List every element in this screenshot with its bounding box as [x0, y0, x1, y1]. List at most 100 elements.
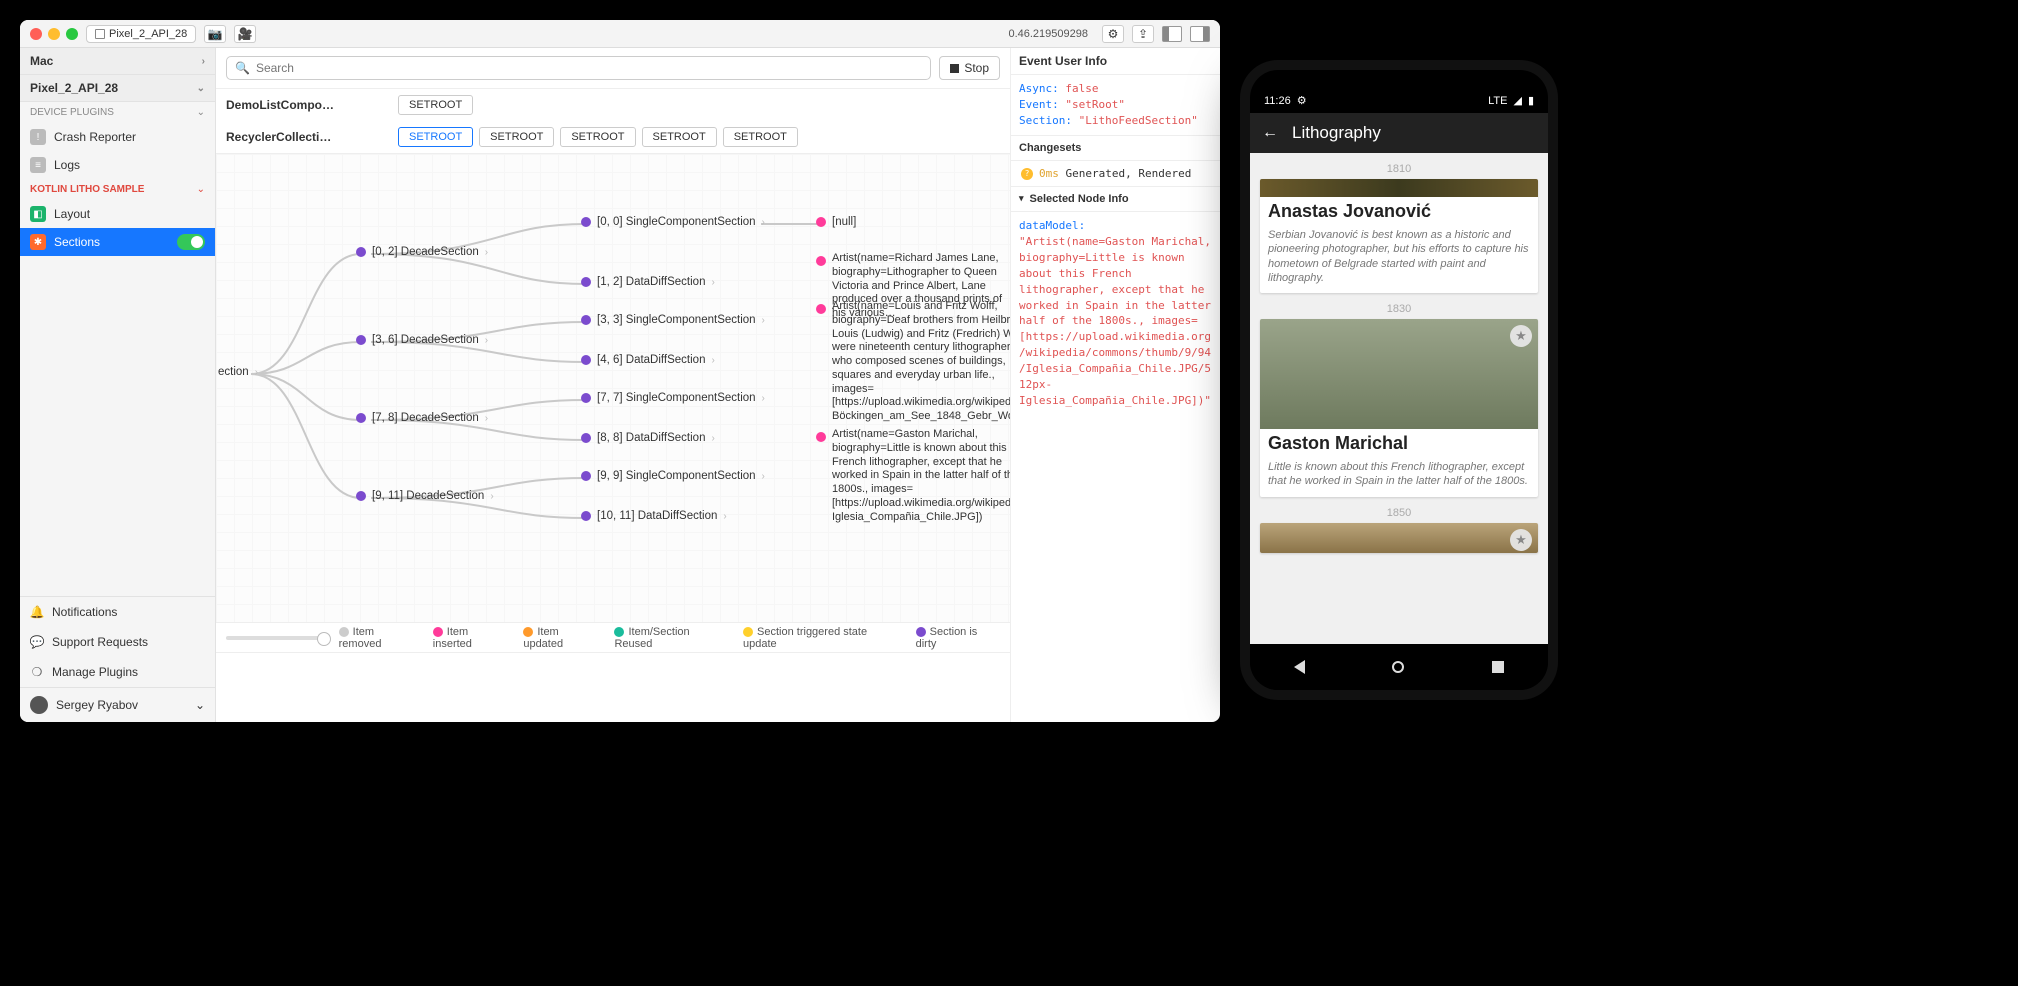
- phone-notch: [1250, 70, 1548, 92]
- inserted-dot-icon: [816, 256, 826, 266]
- graph-node-root[interactable]: ection›: [218, 366, 258, 378]
- sidebar-support[interactable]: 💬 Support Requests: [20, 627, 215, 657]
- sidebar-item-sections[interactable]: ✱ Sections: [20, 228, 215, 256]
- setroot-chip[interactable]: SETROOT: [723, 127, 798, 147]
- graph-node[interactable]: [1, 2] DataDiffSection›: [581, 276, 715, 288]
- sidebar-device-label: Pixel_2_API_28: [30, 81, 118, 95]
- graph-node[interactable]: [8, 8] DataDiffSection›: [581, 432, 715, 444]
- stop-button[interactable]: Stop: [939, 56, 1000, 80]
- card-image: ★: [1260, 523, 1538, 553]
- sidebar-mac[interactable]: Mac ›: [20, 48, 215, 75]
- lane-name: RecyclerCollecti…: [226, 130, 386, 144]
- traffic-lights: [30, 28, 78, 40]
- screenshot-button[interactable]: 📷: [204, 25, 226, 43]
- sidebar-device[interactable]: Pixel_2_API_28 ⌄: [20, 75, 215, 102]
- sidebar-item-crash-reporter[interactable]: ! Crash Reporter: [20, 123, 215, 151]
- nav-home-icon[interactable]: [1392, 661, 1404, 673]
- legend-item: Section triggered state update: [743, 626, 902, 650]
- plugin-icon: ❍: [30, 665, 44, 679]
- star-icon[interactable]: ★: [1510, 529, 1532, 551]
- close-icon[interactable]: [30, 28, 42, 40]
- chevron-right-icon: ›: [762, 217, 765, 228]
- graph-leaf[interactable]: [816, 432, 826, 442]
- zoom-icon[interactable]: [66, 28, 78, 40]
- nav-back-icon[interactable]: [1294, 660, 1305, 674]
- event-user-info-body: Async: false Event: "setRoot" Section: "…: [1011, 75, 1220, 135]
- graph-leaf-null[interactable]: [null]: [816, 216, 856, 228]
- layout-left-button[interactable]: [1162, 26, 1182, 42]
- graph-canvas[interactable]: ection› [0, 2] DecadeSection› [3, 6] Dec…: [216, 154, 1010, 622]
- chevron-right-icon: ›: [202, 56, 205, 67]
- sidebar-item-label: Crash Reporter: [54, 130, 136, 144]
- center-pane: 🔍 Stop DemoListCompo… SETROOT RecyclerCo…: [216, 48, 1010, 722]
- nav-recents-icon[interactable]: [1492, 661, 1504, 673]
- device-plugins-header[interactable]: DEVICE PLUGINS ⌄: [20, 102, 215, 123]
- device-tab[interactable]: Pixel_2_API_28: [86, 25, 196, 43]
- graph-node[interactable]: [4, 6] DataDiffSection›: [581, 354, 715, 366]
- kotlin-sample-header[interactable]: KOTLIN LITHO SAMPLE ⌄: [20, 179, 215, 200]
- layout-right-button[interactable]: [1190, 26, 1210, 42]
- bell-icon: 🔔: [30, 605, 44, 619]
- setroot-chip[interactable]: SETROOT: [479, 127, 554, 147]
- zoom-slider[interactable]: [226, 636, 325, 640]
- feed-card[interactable]: ★: [1260, 523, 1538, 553]
- share-icon: ⇪: [1138, 27, 1148, 41]
- card-image: ★: [1260, 319, 1538, 429]
- feed-card[interactable]: ★ Gaston Marichal Little is known about …: [1260, 319, 1538, 497]
- sidebar-item-label: Notifications: [52, 605, 117, 619]
- graph-node[interactable]: [3, 3] SingleComponentSection›: [581, 314, 765, 326]
- graph-node[interactable]: [7, 8] DecadeSection›: [356, 412, 488, 424]
- chevron-right-icon: ›: [762, 471, 765, 482]
- minimize-icon[interactable]: [48, 28, 60, 40]
- sidebar-mac-label: Mac: [30, 54, 53, 68]
- changeset-row[interactable]: ? 0ms Generated, Rendered: [1011, 161, 1220, 186]
- graph-leaf[interactable]: [816, 256, 826, 266]
- sidebar-item-label: Sections: [54, 235, 100, 249]
- selected-node-header[interactable]: ▾ Selected Node Info: [1011, 186, 1220, 212]
- graph-leaf[interactable]: [816, 304, 826, 314]
- setroot-chip[interactable]: SETROOT: [642, 127, 717, 147]
- dirty-dot-icon: [581, 511, 591, 521]
- star-icon[interactable]: ★: [1510, 325, 1532, 347]
- chevron-right-icon: ›: [490, 491, 493, 502]
- feed-card[interactable]: Anastas Jovanović Serbian Jovanović is b…: [1260, 179, 1538, 293]
- chevron-right-icon: ›: [485, 247, 488, 258]
- flipper-window: Pixel_2_API_28 📷 🎥 0.46.219509298 ⚙ ⇪ Ma…: [20, 20, 1220, 722]
- chevron-right-icon: ›: [255, 367, 258, 378]
- sections-toggle[interactable]: [177, 234, 205, 250]
- graph-node[interactable]: [9, 11] DecadeSection›: [356, 490, 494, 502]
- inserted-dot-icon: [816, 432, 826, 442]
- year-divider: 1830: [1260, 303, 1538, 315]
- share-button[interactable]: ⇪: [1132, 25, 1154, 43]
- back-icon[interactable]: ←: [1262, 124, 1278, 142]
- sidebar-user[interactable]: Sergey Ryabov ⌄: [20, 687, 215, 722]
- card-title: Anastas Jovanović: [1260, 197, 1538, 224]
- phone-feed[interactable]: 1810 Anastas Jovanović Serbian Jovanović…: [1250, 153, 1548, 644]
- setroot-chip[interactable]: SETROOT: [398, 127, 473, 147]
- graph-node[interactable]: [9, 9] SingleComponentSection›: [581, 470, 765, 482]
- chevron-right-icon: ›: [485, 413, 488, 424]
- dirty-dot-icon: [581, 471, 591, 481]
- search-input[interactable]: [256, 61, 922, 75]
- graph-node[interactable]: [10, 11] DataDiffSection›: [581, 510, 727, 522]
- legend-dot-icon: [614, 627, 624, 637]
- settings-button[interactable]: ⚙: [1102, 25, 1124, 43]
- user-name: Sergey Ryabov: [56, 698, 138, 712]
- card-title: Gaston Marichal: [1260, 429, 1538, 456]
- phone-mock: 11:26 ⚙ LTE ◢ ▮ ← Lithography 1810 Anast…: [1240, 60, 1558, 700]
- graph-node[interactable]: [0, 0] SingleComponentSection›: [581, 216, 765, 228]
- setroot-chip[interactable]: SETROOT: [560, 127, 635, 147]
- graph-node[interactable]: [0, 2] DecadeSection›: [356, 246, 488, 258]
- device-plugins-label: DEVICE PLUGINS: [30, 107, 114, 118]
- sidebar-manage-plugins[interactable]: ❍ Manage Plugins: [20, 657, 215, 687]
- sidebar-item-logs[interactable]: ≡ Logs: [20, 151, 215, 179]
- lane-row: DemoListCompo… SETROOT: [216, 89, 1010, 121]
- graph-node[interactable]: [3, 6] DecadeSection›: [356, 334, 488, 346]
- record-button[interactable]: 🎥: [234, 25, 256, 43]
- graph-node[interactable]: [7, 7] SingleComponentSection›: [581, 392, 765, 404]
- sidebar-notifications[interactable]: 🔔 Notifications: [20, 597, 215, 627]
- sidebar-item-layout[interactable]: ◧ Layout: [20, 200, 215, 228]
- setroot-chip[interactable]: SETROOT: [398, 95, 473, 115]
- search-box[interactable]: 🔍: [226, 56, 931, 80]
- chevron-down-icon: ⌄: [197, 107, 205, 118]
